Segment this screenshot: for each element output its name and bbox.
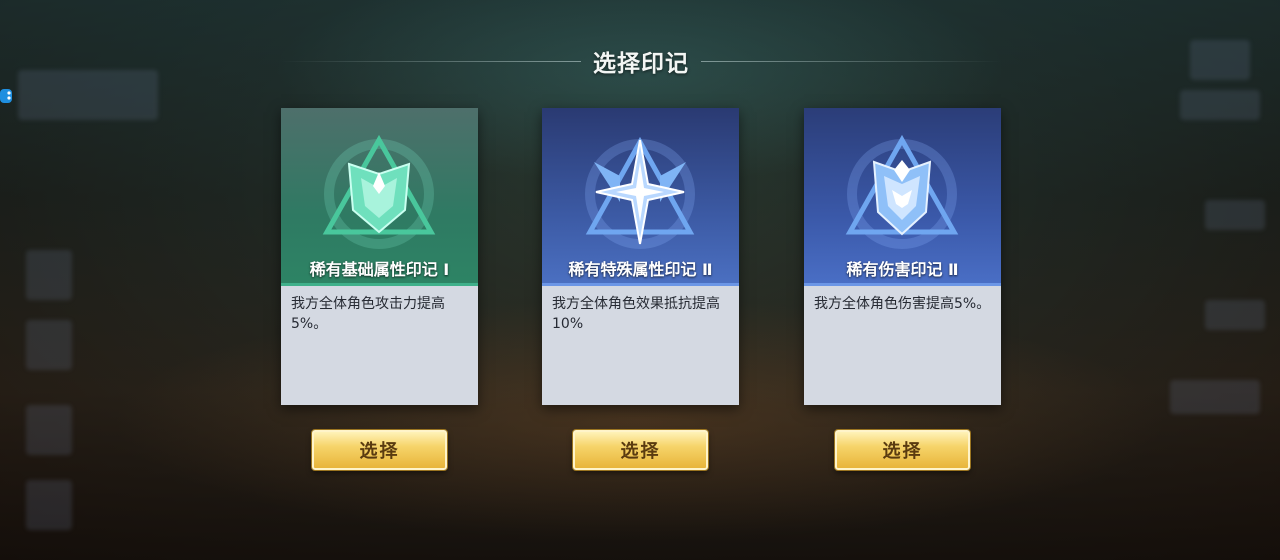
card-title: 稀有基础属性印记 Ⅰ bbox=[309, 260, 450, 279]
blurred-hud-item bbox=[26, 480, 72, 530]
card-description: 我方全体角色伤害提高5%。 bbox=[814, 296, 991, 312]
blurred-hud-item bbox=[1190, 40, 1250, 80]
select-button-label: 选择 bbox=[620, 441, 661, 462]
mark-card-2[interactable]: 稀有特殊属性印记 Ⅱ 我方全体角色效果抵抗提高10% bbox=[542, 108, 739, 405]
shield-emblem-icon bbox=[322, 134, 436, 249]
card-header: 稀有特殊属性印记 Ⅱ bbox=[542, 108, 739, 286]
blurred-hud-item bbox=[26, 405, 72, 455]
card-title: 稀有特殊属性印记 Ⅱ bbox=[568, 260, 713, 279]
mark-card-1[interactable]: 稀有基础属性印记 Ⅰ 我方全体角色攻击力提高5%。 bbox=[281, 108, 478, 405]
blurred-hud-panel bbox=[18, 70, 158, 120]
title-divider-left bbox=[280, 60, 581, 62]
card-header: 稀有基础属性印记 Ⅰ bbox=[281, 108, 478, 286]
card-title: 稀有伤害印记 Ⅱ bbox=[846, 260, 959, 279]
blurred-hud-item bbox=[1180, 90, 1260, 120]
select-button-1[interactable]: 选择 bbox=[312, 430, 447, 470]
title-row: 选择印记 bbox=[280, 44, 1002, 78]
blurred-hud-item bbox=[26, 250, 72, 300]
title-divider-right bbox=[701, 60, 1002, 62]
gamepad-icon bbox=[0, 89, 12, 103]
blurred-hud-item bbox=[1205, 300, 1265, 330]
select-button-label: 选择 bbox=[359, 441, 400, 462]
blurred-hud-item bbox=[1205, 200, 1265, 230]
blurred-hud-item bbox=[1170, 380, 1260, 414]
page-title: 选择印记 bbox=[593, 51, 689, 77]
blurred-hud-item bbox=[26, 320, 72, 370]
select-button-2[interactable]: 选择 bbox=[573, 430, 708, 470]
card-description: 我方全体角色攻击力提高5%。 bbox=[291, 296, 445, 332]
select-button-3[interactable]: 选择 bbox=[835, 430, 970, 470]
star-emblem-icon bbox=[585, 136, 695, 249]
card-description: 我方全体角色效果抵抗提高10% bbox=[552, 296, 720, 332]
mark-card-3[interactable]: 稀有伤害印记 Ⅱ 我方全体角色伤害提高5%。 bbox=[804, 108, 1001, 405]
crest-emblem-icon bbox=[845, 134, 959, 249]
card-header: 稀有伤害印记 Ⅱ bbox=[804, 108, 1001, 286]
select-button-label: 选择 bbox=[882, 441, 923, 462]
